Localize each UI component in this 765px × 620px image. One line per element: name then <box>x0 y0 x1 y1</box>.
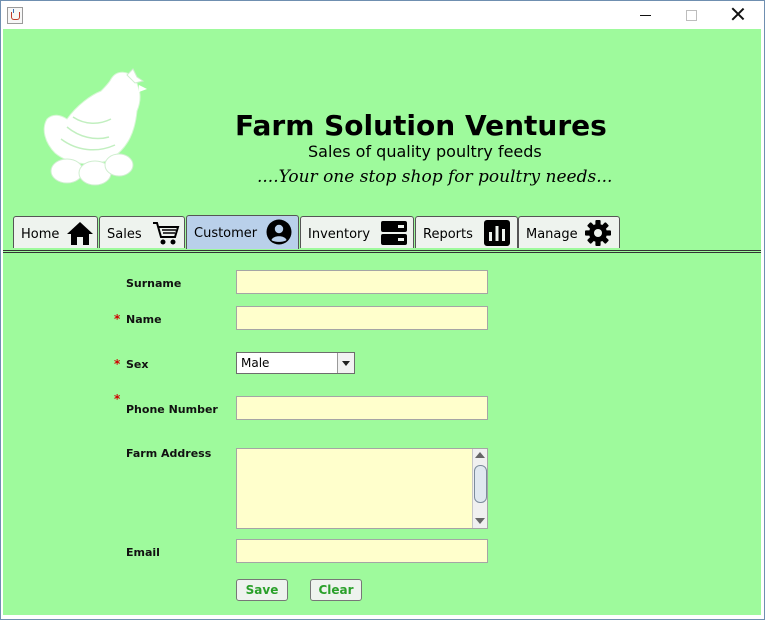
tab-bar: Home Sales Customer Inventory Reports Ma… <box>3 215 761 251</box>
sex-select-value: Male <box>241 356 270 370</box>
cart-icon <box>153 222 180 245</box>
tab-separator <box>3 250 761 253</box>
storage-icon <box>381 221 407 245</box>
hen-with-eggs-logo <box>43 68 147 186</box>
tab-sales[interactable]: Sales <box>99 216 185 248</box>
close-button[interactable] <box>715 1 761 29</box>
email-input[interactable] <box>236 539 488 563</box>
home-icon <box>67 222 93 245</box>
tagline: Sales of quality poultry feeds <box>308 142 542 161</box>
tab-home-label: Home <box>21 227 60 242</box>
tab-manage-label: Manage <box>526 227 578 242</box>
close-icon <box>731 7 745 21</box>
scroll-down-icon[interactable] <box>475 518 485 524</box>
gear-icon <box>585 220 611 246</box>
required-marker: * <box>114 392 121 406</box>
address-scrollbar[interactable] <box>472 449 487 528</box>
surname-input[interactable] <box>236 270 488 294</box>
chevron-down-icon[interactable] <box>337 353 354 373</box>
tab-manage[interactable]: Manage <box>518 216 620 248</box>
tab-inventory[interactable]: Inventory <box>300 216 414 248</box>
address-textarea[interactable] <box>236 448 488 529</box>
slogan: ....Your one stop shop for poultry needs… <box>257 167 613 187</box>
name-label: Name <box>126 313 162 326</box>
tab-sales-label: Sales <box>107 227 142 242</box>
name-input[interactable] <box>236 306 488 330</box>
address-label: Farm Address <box>126 447 212 460</box>
company-name: Farm Solution Ventures <box>235 109 607 142</box>
main-panel: Farm Solution Ventures Sales of quality … <box>3 29 761 615</box>
tab-reports-label: Reports <box>423 227 473 242</box>
user-circle-icon <box>266 219 292 245</box>
tab-reports[interactable]: Reports <box>415 216 518 248</box>
required-marker: * <box>114 312 121 326</box>
minimize-icon <box>640 15 651 16</box>
tab-customer[interactable]: Customer <box>186 215 299 249</box>
email-label: Email <box>126 546 160 559</box>
maximize-icon <box>686 10 697 21</box>
sex-select[interactable]: Male <box>236 352 355 374</box>
app-window: Farm Solution Ventures Sales of quality … <box>0 0 765 620</box>
title-bar[interactable] <box>1 1 764 29</box>
phone-input[interactable] <box>236 396 488 420</box>
scroll-up-icon[interactable] <box>475 452 485 458</box>
surname-label: Surname <box>126 277 182 290</box>
maximize-button[interactable] <box>669 1 715 29</box>
required-marker: * <box>114 357 121 371</box>
tab-home[interactable]: Home <box>13 216 98 248</box>
sex-label: Sex <box>126 358 149 371</box>
tab-customer-label: Customer <box>194 226 258 241</box>
save-button[interactable]: Save <box>236 579 288 601</box>
tab-inventory-label: Inventory <box>308 227 371 242</box>
java-cup-icon <box>7 7 23 24</box>
scroll-thumb[interactable] <box>474 465 487 503</box>
bar-chart-icon <box>484 220 510 246</box>
clear-button[interactable]: Clear <box>310 579 362 601</box>
minimize-button[interactable] <box>623 1 669 29</box>
phone-label: Phone Number <box>126 403 218 416</box>
